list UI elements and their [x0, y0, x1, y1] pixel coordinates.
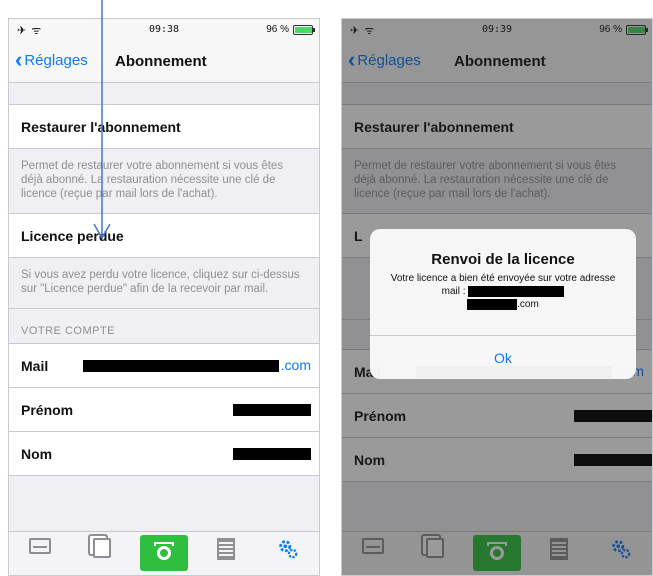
firstname-label: Prénom [21, 402, 74, 418]
scan-icon [217, 538, 235, 560]
tab-bar [9, 531, 319, 575]
lost-license-description: Si vous avez perdu votre licence, clique… [9, 258, 319, 309]
firstname-row[interactable]: Prénom [9, 388, 319, 432]
alert-title: Renvoi de la licence [431, 251, 575, 268]
inbox-icon [29, 538, 51, 554]
lastname-row[interactable]: Nom [9, 432, 319, 476]
redacted-firstname [233, 404, 311, 416]
tab-scan[interactable] [195, 532, 257, 575]
redacted-email-domain [467, 298, 518, 310]
redacted-email [468, 285, 565, 297]
gear-icon [279, 540, 298, 559]
camera-icon [140, 535, 188, 571]
tab-camera[interactable] [133, 532, 195, 575]
account-section-header: VOTRE COMPTE [9, 309, 319, 344]
mail-value-suffix: .com [280, 357, 311, 373]
redacted-lastname [233, 448, 311, 460]
documents-icon [93, 538, 111, 558]
mail-row[interactable]: Mail .com [9, 344, 319, 388]
annotation-arrow [93, 0, 111, 240]
tab-documents[interactable] [71, 532, 133, 575]
alert-message: Votre licence a bien été envoyée sur vot… [384, 272, 622, 311]
alert-message-suffix: .com [517, 299, 539, 310]
license-resent-alert: Renvoi de la licence Votre licence a bie… [370, 229, 636, 379]
mail-label: Mail [21, 358, 49, 374]
redacted-mail [83, 360, 279, 372]
tab-settings[interactable] [257, 532, 319, 575]
ok-button[interactable]: Ok [370, 335, 636, 379]
comparison-stage: ✈︎ ᯤ 09:38 96 % ‹ Réglages Abonnement Re… [0, 0, 653, 576]
tab-import[interactable] [9, 532, 71, 575]
lastname-label: Nom [21, 446, 53, 462]
phone-right: ✈︎ ᯤ 09:39 96 % ‹ Réglages Abonnement Re… [341, 18, 653, 576]
